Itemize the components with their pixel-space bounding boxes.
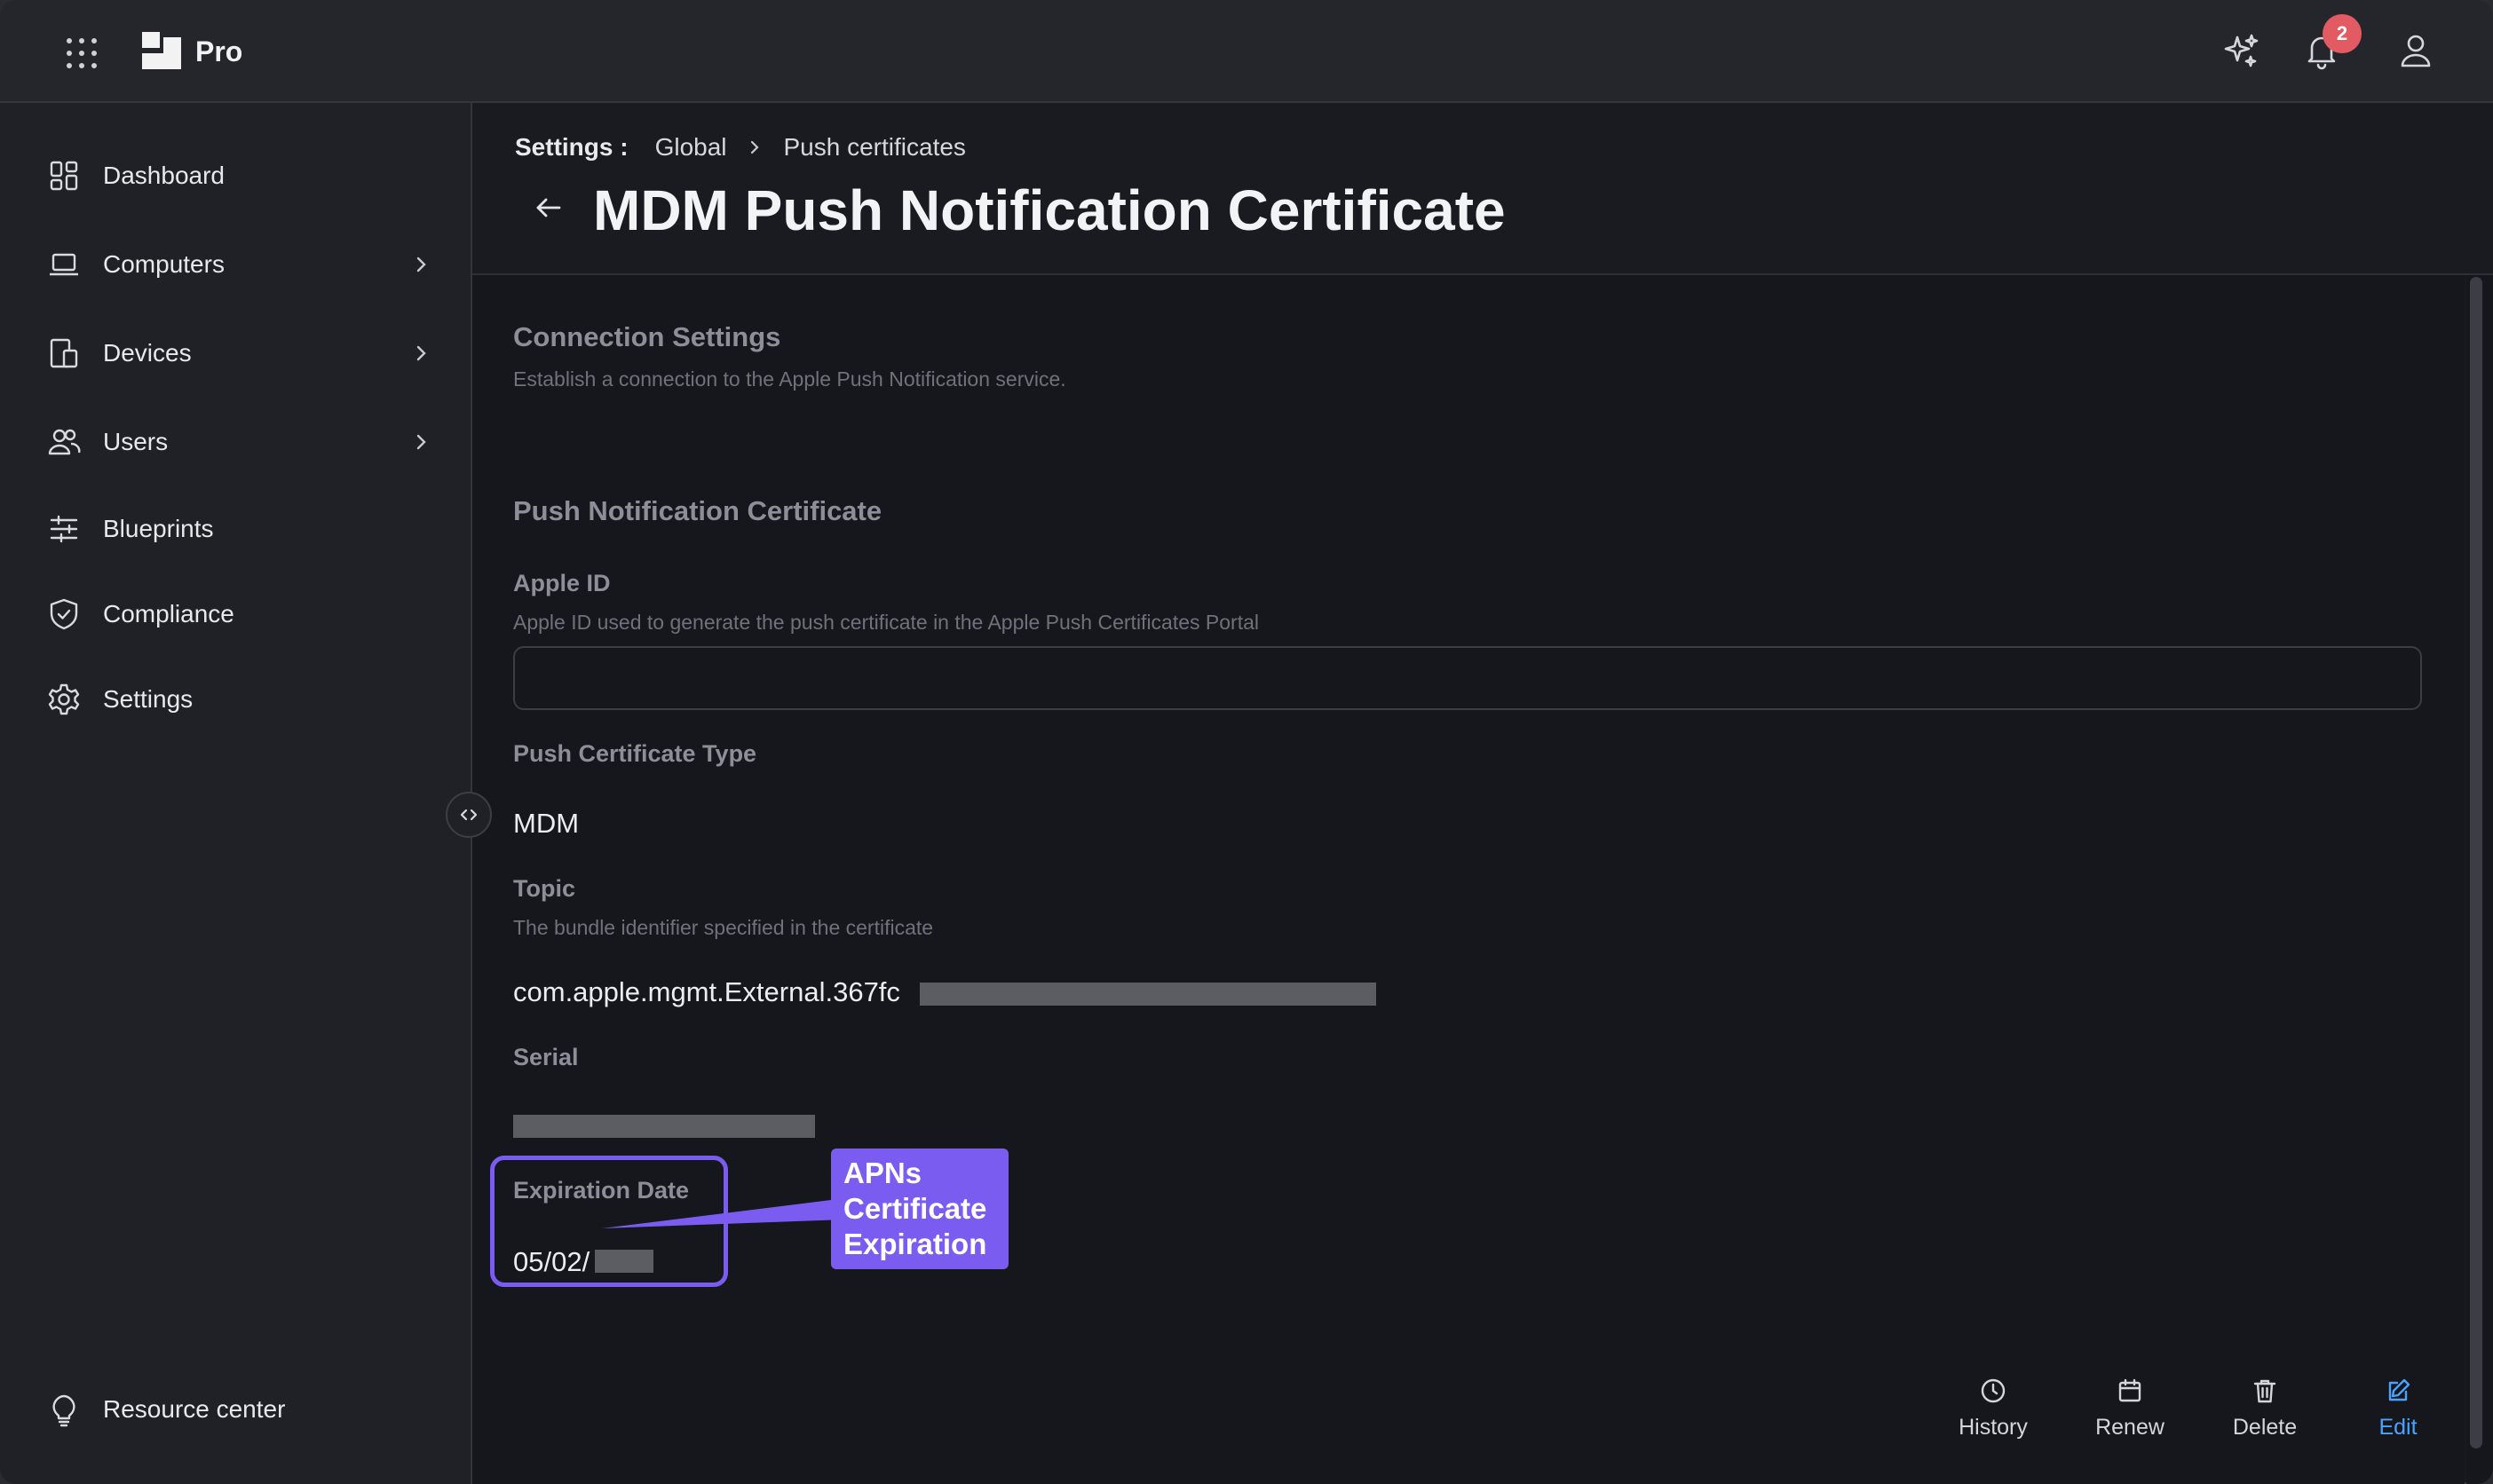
main-content: Connection Settings Establish a connecti… <box>472 275 2465 1484</box>
chevron-right-icon <box>750 140 759 154</box>
action-bar: History Renew Delete Edit <box>1944 1367 2477 1456</box>
sparkle-icon[interactable] <box>2221 30 2262 71</box>
edit-button[interactable]: Edit <box>2349 1367 2447 1456</box>
sidebar-item-label: Dashboard <box>103 162 225 189</box>
breadcrumb-root: Settings : <box>515 133 629 161</box>
serial-redacted-block <box>513 1115 815 1138</box>
trash-icon <box>2253 1379 2276 1403</box>
connection-settings-title: Connection Settings <box>513 321 781 352</box>
user-icon[interactable] <box>2395 30 2436 71</box>
users-icon <box>48 429 81 455</box>
apple-id-field[interactable] <box>513 646 2422 710</box>
sidebar-item-resource-center[interactable]: Resource center <box>0 1374 471 1445</box>
clock-icon <box>1981 1378 2006 1403</box>
apple-id-description: Apple ID used to generate the push certi… <box>513 611 1259 634</box>
delete-button[interactable]: Delete <box>2216 1367 2314 1456</box>
page-header: Settings : Global Push certificates MDM … <box>472 103 2493 275</box>
top-bar: Pro 2 <box>0 0 2493 103</box>
sidebar-item-label: Devices <box>103 339 192 367</box>
topic-description: The bundle identifier specified in the c… <box>513 916 934 939</box>
sidebar-item-computers[interactable]: Computers <box>0 229 471 300</box>
brand-logo-icon <box>142 32 181 69</box>
history-button-label: History <box>1959 1415 2028 1440</box>
back-arrow-icon[interactable] <box>529 188 568 227</box>
brand-name: Pro <box>195 36 243 67</box>
annotation-callout: APNs Certificate Expiration <box>831 1149 1009 1269</box>
push-certificate-type-label: Push Certificate Type <box>513 740 757 767</box>
sidebar-item-dashboard[interactable]: Dashboard <box>0 140 471 211</box>
devices-icon <box>50 338 78 368</box>
sidebar-item-settings[interactable]: Settings <box>0 664 471 735</box>
sidebar-item-label: Settings <box>103 685 194 713</box>
code-brackets-icon <box>460 809 478 821</box>
topic-value: com.apple.mgmt.External.367fc <box>513 976 900 1007</box>
expiration-highlight-box <box>490 1156 728 1287</box>
push-certificate-section-title: Push Notification Certificate <box>513 495 882 526</box>
chevron-right-icon <box>416 434 426 450</box>
renew-button[interactable]: Renew <box>2081 1367 2179 1456</box>
history-button[interactable]: History <box>1944 1367 2042 1456</box>
delete-button-label: Delete <box>2232 1415 2298 1440</box>
push-certificate-type-value: MDM <box>513 808 580 839</box>
apple-id-label: Apple ID <box>513 570 611 596</box>
sidebar-collapse-button[interactable] <box>446 792 492 838</box>
connection-settings-description: Establish a connection to the Apple Push… <box>513 367 1066 391</box>
sidebar-item-users[interactable]: Users <box>0 407 471 478</box>
gear-icon <box>48 683 80 715</box>
topic-label: Topic <box>513 875 575 902</box>
sidebar-item-label: Computers <box>103 250 225 278</box>
scrollbar-thumb[interactable] <box>2470 277 2482 1448</box>
sidebar-item-label: Blueprints <box>103 515 214 542</box>
scrollbar[interactable] <box>2466 275 2493 1484</box>
sidebar-item-label: Users <box>103 428 169 455</box>
sidebar-item-blueprints[interactable]: Blueprints <box>0 493 471 564</box>
calendar-icon <box>2118 1378 2141 1402</box>
app-window: Pro 2 Dashboard Computers Devices Users … <box>0 0 2493 1484</box>
topic-redacted-block <box>920 983 1376 1006</box>
laptop-icon <box>50 253 78 276</box>
sidebar-item-label: Resource center <box>103 1395 286 1423</box>
page-title: MDM Push Notification Certificate <box>593 178 1506 242</box>
sidebar-item-compliance[interactable]: Compliance <box>0 579 471 650</box>
breadcrumb: Settings : Global Push certificates <box>515 130 966 165</box>
shield-check-icon <box>50 598 78 630</box>
breadcrumb-current: Push certificates <box>783 133 966 161</box>
apps-grid-icon[interactable] <box>64 36 99 71</box>
sliders-icon <box>50 515 78 543</box>
edit-pencil-icon <box>2388 1378 2410 1401</box>
sidebar-item-label: Compliance <box>103 600 234 628</box>
sidebar: Dashboard Computers Devices Users Bluepr… <box>0 103 472 1484</box>
serial-label: Serial <box>513 1044 579 1070</box>
renew-button-label: Renew <box>2095 1415 2165 1440</box>
sidebar-item-devices[interactable]: Devices <box>0 318 471 389</box>
breadcrumb-link-global[interactable]: Global <box>655 130 727 165</box>
edit-button-label: Edit <box>2378 1415 2418 1440</box>
dashboard-icon <box>50 161 78 191</box>
notification-count-badge: 2 <box>2323 14 2362 53</box>
chevron-right-icon <box>416 257 426 272</box>
callout-pointer <box>602 1198 845 1228</box>
lightbulb-icon <box>52 1394 75 1427</box>
chevron-right-icon <box>416 345 426 361</box>
